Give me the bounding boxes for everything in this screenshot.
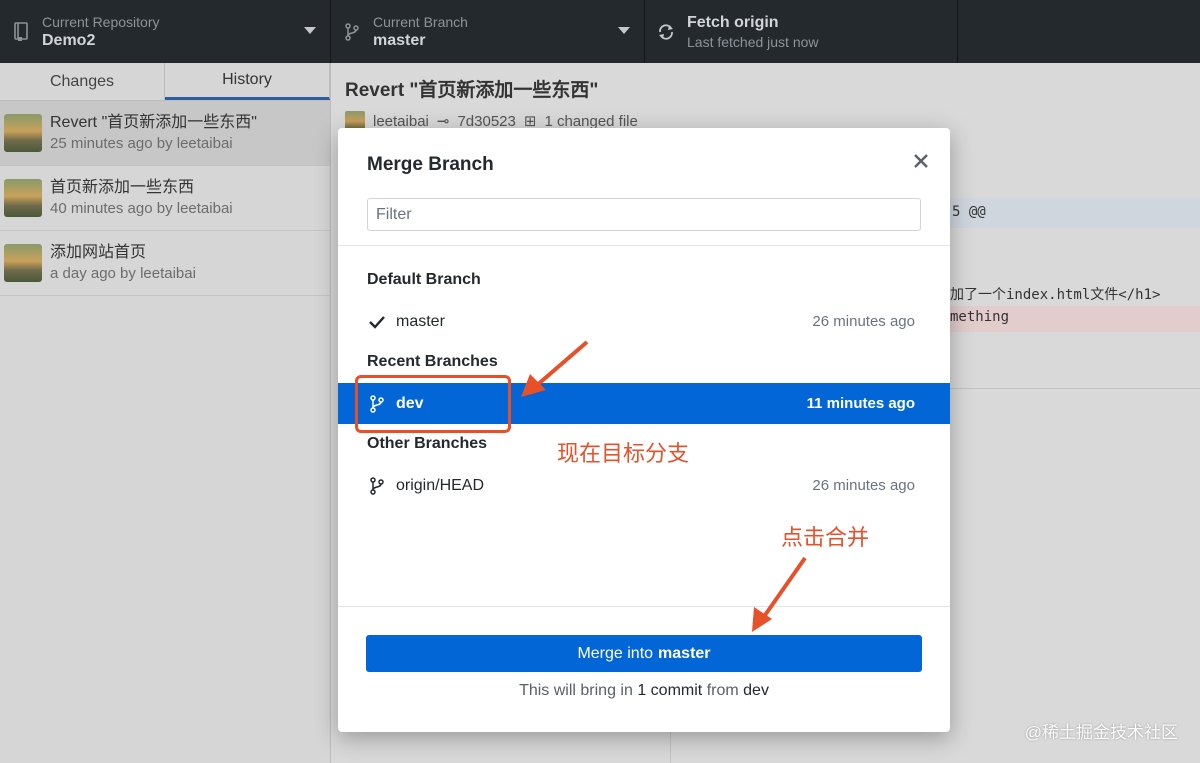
branch-filter-input[interactable] (367, 198, 921, 231)
chevron-down-icon (304, 27, 316, 34)
commit-list-item[interactable]: 首页新添加一些东西 40 minutes ago by leetaibai (0, 166, 330, 231)
branch-name: master (396, 312, 445, 330)
commit-sha: 7d30523 (457, 112, 516, 130)
branch-item-origin-head[interactable]: origin/HEAD 26 minutes ago (338, 465, 950, 506)
commit-meta: 25 minutes ago by leetaibai (50, 135, 233, 152)
commit-meta: 40 minutes ago by leetaibai (50, 200, 233, 217)
commit-title: Revert "首页新添加一些东西" (50, 114, 257, 131)
merge-button-prefix: Merge into (577, 644, 654, 662)
other-branches-heading: Other Branches (367, 435, 488, 452)
annotation-target-branch: 现在目标分支 (557, 441, 690, 466)
sync-icon (657, 20, 675, 44)
last-fetched-text: Last fetched just now (687, 33, 819, 50)
branch-name: origin/HEAD (396, 476, 485, 494)
chevron-down-icon (618, 27, 630, 34)
repo-icon (12, 20, 30, 44)
current-branch-name: master (373, 31, 426, 49)
commit-title: 首页新添加一些东西 (50, 179, 195, 196)
commit-title: 添加网站首页 (50, 244, 147, 261)
current-branch-label: Current Branch (373, 13, 468, 30)
merge-summary-mid: from (706, 682, 739, 699)
branch-time: 26 minutes ago (812, 477, 915, 494)
current-branch-button[interactable]: Current Branch master (331, 0, 645, 63)
current-repository-button[interactable]: Current Repository Demo2 (0, 0, 331, 63)
commit-list-item[interactable]: Revert "首页新添加一些东西" 25 minutes ago by lee… (0, 101, 330, 166)
app-toolbar: Current Repository Demo2 Current Branch … (0, 0, 1200, 63)
avatar (4, 244, 42, 282)
dialog-footer: Merge into master This will bring in 1 c… (338, 606, 950, 732)
merge-button[interactable]: Merge into master (366, 635, 922, 672)
commit-meta: a day ago by leetaibai (50, 265, 196, 282)
default-branch-heading: Default Branch (367, 271, 481, 288)
changed-files-count: 1 changed file (544, 112, 638, 130)
merge-summary-pre: This will bring in (519, 682, 633, 699)
merge-summary-source: dev (743, 682, 769, 699)
fetch-origin-button[interactable]: Fetch origin Last fetched just now (645, 0, 958, 63)
diff-line: 加了一个index.html文件</h1> (950, 287, 1161, 303)
recent-branches-heading: Recent Branches (367, 353, 498, 370)
close-icon[interactable] (910, 150, 932, 172)
branch-time: 11 minutes ago (806, 395, 915, 412)
annotation-highlight-box (355, 375, 511, 433)
diff-line: mething (950, 309, 1010, 325)
merge-button-target: master (658, 644, 711, 662)
dialog-header: Merge Branch (338, 128, 950, 246)
avatar (4, 114, 42, 152)
dialog-title: Merge Branch (367, 154, 494, 175)
current-repository-label: Current Repository (42, 13, 160, 30)
merge-summary-count: 1 commit (637, 682, 703, 699)
check-icon (368, 312, 386, 332)
avatar (4, 179, 42, 217)
tab-changes[interactable]: Changes (0, 63, 165, 100)
annotation-click-merge: 点击合并 (781, 525, 870, 550)
history-sidebar: Changes History Revert "首页新添加一些东西" 25 mi… (0, 63, 331, 763)
branch-time: 26 minutes ago (812, 313, 915, 330)
watermark: @稀土掘金技术社区 (1024, 723, 1178, 742)
tab-history[interactable]: History (165, 63, 330, 100)
branch-item-master[interactable]: master 26 minutes ago (338, 301, 950, 342)
fetch-origin-label: Fetch origin (687, 13, 779, 31)
diff-hunk-text: 5 @@ (952, 204, 986, 220)
commit-author: leetaibai (373, 112, 429, 130)
merge-summary: This will bring in 1 commit from dev (338, 682, 950, 700)
branch-icon (343, 20, 361, 44)
sidebar-tabs: Changes History (0, 63, 330, 101)
commit-list-item[interactable]: 添加网站首页 a day ago by leetaibai (0, 231, 330, 296)
current-repository-name: Demo2 (42, 31, 96, 49)
commit-detail-title: Revert "首页新添加一些东西" (345, 80, 599, 101)
branch-icon (368, 476, 386, 496)
